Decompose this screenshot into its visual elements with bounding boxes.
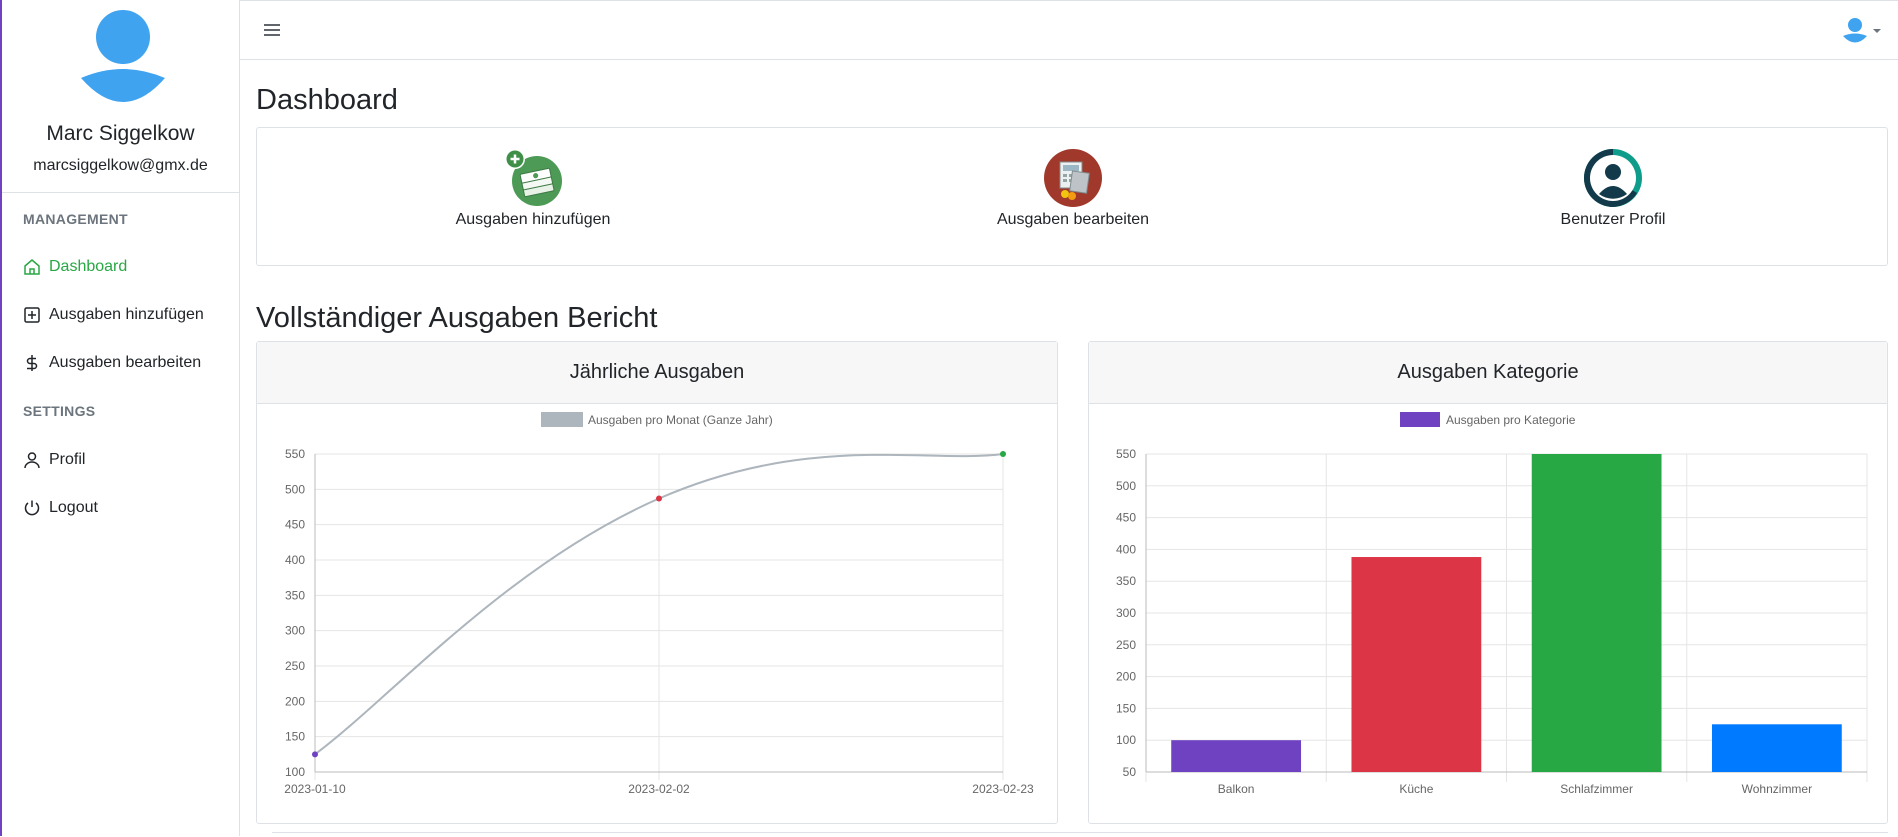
y-tick-label: 500 xyxy=(1116,479,1136,493)
y-tick-label: 250 xyxy=(285,659,305,673)
sidebar-item-dashboard[interactable]: Dashboard xyxy=(23,258,127,276)
y-tick-label: 200 xyxy=(1116,670,1136,684)
sidebar-item-label: Profil xyxy=(49,451,86,468)
add-money-icon xyxy=(505,149,562,206)
y-tick-label: 250 xyxy=(1116,638,1136,652)
next-card-edge xyxy=(272,832,1888,837)
quick-link-label: Ausgaben hinzufügen xyxy=(455,211,611,228)
yearly-expenses-card-title: Jährliche Ausgaben xyxy=(257,342,1057,404)
y-tick-label: 550 xyxy=(1116,447,1136,461)
profile-name: Marc Siggelkow xyxy=(46,122,195,145)
y-tick-label: 500 xyxy=(285,482,305,496)
category-expenses-chart: Ausgaben pro Kategorie 50 100 150 200 250 300 3… xyxy=(1116,412,1868,796)
sidebar-item-label: Dashboard xyxy=(49,258,128,275)
data-point xyxy=(312,751,318,758)
x-tick-label: 2023-01-10 xyxy=(284,782,346,796)
hamburger-icon[interactable] xyxy=(262,21,282,39)
sidebar-profile: Marc Siggelkow marcsiggelkow@gmx.de xyxy=(2,0,239,193)
section-heading-settings: SETTINGS xyxy=(23,403,96,419)
y-tick-label: 100 xyxy=(285,765,305,779)
y-tick-label: 100 xyxy=(1116,733,1136,747)
category-expenses-card: Ausgaben Kategorie Ausgaben pro Kategori… xyxy=(1088,341,1888,824)
sidebar-item-label: Ausgaben bearbeiten xyxy=(49,354,202,371)
yearly-expenses-chart: Ausgaben pro Monat (Ganze Jahr) 100 150 200… xyxy=(284,412,1034,796)
chevron-down-icon xyxy=(1873,29,1881,33)
y-tick-label: 550 xyxy=(285,447,305,461)
y-tick-label: 150 xyxy=(285,730,305,744)
quick-link-benutzer-profil[interactable]: Benutzer Profil xyxy=(1483,148,1743,229)
quick-link-ausgaben-hinzufuegen[interactable]: Ausgaben hinzufügen xyxy=(403,148,663,229)
x-tick-label: Küche xyxy=(1399,782,1433,796)
legend-label: Ausgaben pro Kategorie xyxy=(1446,413,1576,427)
user-icon xyxy=(24,452,40,469)
bar-schlafzimmer xyxy=(1531,454,1662,772)
user-profile-icon xyxy=(1584,149,1642,207)
category-expenses-card-title: Ausgaben Kategorie xyxy=(1089,342,1887,404)
y-tick-label: 200 xyxy=(285,694,305,708)
x-tick-label: 2023-02-02 xyxy=(628,782,690,796)
dollar-icon xyxy=(26,355,38,371)
y-tick-label: 150 xyxy=(1116,701,1136,715)
y-tick-label: 50 xyxy=(1123,765,1137,779)
bar-küche xyxy=(1351,557,1482,772)
y-tick-label: 350 xyxy=(1116,574,1136,588)
yearly-expenses-card: Jährliche Ausgaben Ausgaben pro Monat (G… xyxy=(256,341,1058,824)
sidebar: Marc Siggelkow marcsiggelkow@gmx.de MANA… xyxy=(0,0,240,836)
sidebar-item-profil[interactable]: Profil xyxy=(23,451,85,469)
profile-email: marcsiggelkow@gmx.de xyxy=(33,157,208,174)
quick-link-label: Benutzer Profil xyxy=(1560,211,1666,228)
quick-link-label: Ausgaben bearbeiten xyxy=(996,211,1150,228)
legend-swatch xyxy=(541,412,583,427)
sidebar-item-label: Logout xyxy=(49,499,98,516)
page-title: Dashboard xyxy=(256,84,398,116)
sidebar-item-logout[interactable]: Logout xyxy=(23,499,98,517)
y-tick-label: 400 xyxy=(285,553,305,567)
topbar xyxy=(240,0,1898,60)
legend-label: Ausgaben pro Monat (Ganze Jahr) xyxy=(588,413,773,427)
y-tick-label: 300 xyxy=(285,624,305,638)
y-tick-label: 350 xyxy=(285,588,305,602)
calculator-icon xyxy=(1044,149,1102,207)
legend-swatch xyxy=(1400,412,1440,427)
user-avatar-icon xyxy=(1843,18,1867,43)
x-tick-label: Balkon xyxy=(1218,782,1255,796)
quick-links-card: Ausgaben hinzufügen Ausgaben bearbeiten … xyxy=(256,127,1888,266)
plus-square-icon xyxy=(24,307,40,323)
x-tick-label: Schlafzimmer xyxy=(1560,782,1633,796)
data-point xyxy=(656,495,662,502)
data-point xyxy=(1000,451,1006,457)
x-tick-label: 2023-02-23 xyxy=(972,782,1034,796)
home-icon xyxy=(24,259,40,275)
user-avatar-icon xyxy=(81,10,165,102)
sidebar-item-ausgaben-hinzufuegen[interactable]: Ausgaben hinzufügen xyxy=(23,306,204,324)
section-heading-management: MANAGEMENT xyxy=(23,211,128,227)
user-menu-toggle[interactable] xyxy=(1842,17,1882,45)
x-tick-label: Wohnzimmer xyxy=(1742,782,1812,796)
y-tick-label: 300 xyxy=(1116,606,1136,620)
power-icon xyxy=(24,500,40,516)
bar-wohnzimmer xyxy=(1711,724,1842,772)
sidebar-item-ausgaben-bearbeiten[interactable]: Ausgaben bearbeiten xyxy=(23,354,201,372)
quick-link-ausgaben-bearbeiten[interactable]: Ausgaben bearbeiten xyxy=(943,148,1203,229)
y-tick-label: 450 xyxy=(1116,511,1136,525)
y-tick-label: 400 xyxy=(1116,542,1136,556)
report-title: Vollständiger Ausgaben Bericht xyxy=(256,302,658,334)
sidebar-item-label: Ausgaben hinzufügen xyxy=(49,306,204,323)
bar-balkon xyxy=(1171,740,1302,772)
y-tick-label: 450 xyxy=(285,518,305,532)
